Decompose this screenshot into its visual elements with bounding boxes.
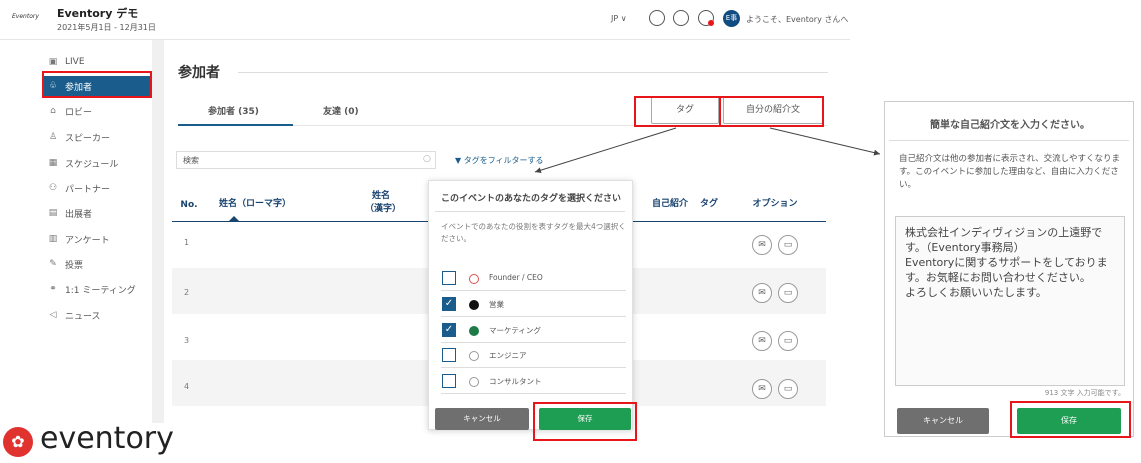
annotation-arrows [534, 127, 881, 174]
eventory-brand-logo: ✿ eventory [0, 418, 200, 463]
arrow-to-intro-panel [769, 127, 881, 156]
brand-name: eventory [40, 421, 174, 456]
eventory-logo-icon: ✿ [3, 427, 33, 457]
arrow-to-tag-popover [534, 127, 677, 174]
